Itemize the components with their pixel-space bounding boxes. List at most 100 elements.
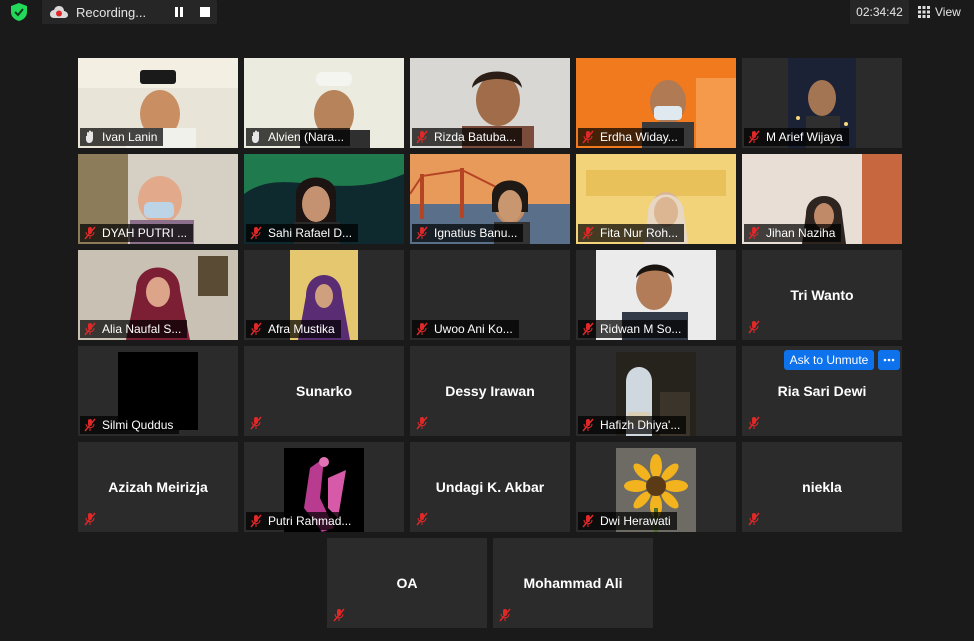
mic-muted-icon	[748, 320, 760, 334]
mic-muted-icon	[333, 608, 345, 622]
more-dots-icon	[883, 358, 895, 362]
pause-icon[interactable]	[174, 7, 184, 17]
shield-check-icon	[11, 3, 27, 21]
participant-tile[interactable]: Ivan Lanin	[78, 58, 238, 148]
participant-name: Jihan Naziha	[766, 226, 836, 240]
recording-label: Recording...	[76, 4, 147, 20]
participant-display-name: niekla	[802, 479, 842, 495]
participant-name: Alia Naufal S...	[102, 322, 182, 336]
participant-display-name: Azizah Meirizja	[108, 479, 208, 495]
participant-nameplate: Fita Nur Roh...	[578, 224, 685, 242]
meeting-timer: 02:34:42	[850, 0, 909, 24]
view-label: View	[935, 5, 961, 19]
participant-nameplate: Alia Naufal S...	[80, 320, 188, 338]
mic-muted-icon	[582, 130, 594, 144]
mic-muted-icon	[84, 512, 96, 526]
participant-tile-active-speaker[interactable]: Alvien (Nara...	[244, 58, 404, 148]
participant-nameplate: Putri Rahmad...	[246, 512, 358, 530]
participant-name: Rizda Batuba...	[434, 130, 517, 144]
participant-name: Putri Rahmad...	[268, 514, 352, 528]
participant-nameplate: DYAH PUTRI ...	[80, 224, 194, 242]
participant-display-name: Dessy Irawan	[445, 383, 535, 399]
participant-nameplate: Alvien (Nara...	[246, 128, 351, 146]
participant-nameplate: M Arief Wijaya	[744, 128, 849, 146]
mic-muted-icon	[748, 512, 760, 526]
participant-tile[interactable]: Afra Mustika	[244, 250, 404, 340]
participant-tile[interactable]: Alia Naufal S...	[78, 250, 238, 340]
mic-muted-icon	[416, 512, 428, 526]
mic-muted-icon	[582, 418, 594, 432]
mic-muted-icon	[250, 226, 262, 240]
participant-tile[interactable]: Sahi Rafael D...	[244, 154, 404, 244]
participant-nameplate: Ivan Lanin	[80, 128, 164, 146]
participant-name: Dwi Herawati	[600, 514, 671, 528]
mic-muted-icon	[84, 418, 96, 432]
mic-muted-icon	[748, 416, 760, 430]
participant-tile[interactable]: Putri Rahmad...	[244, 442, 404, 532]
participant-tile[interactable]: Undagi K. Akbar	[410, 442, 570, 532]
mic-muted-icon	[250, 514, 262, 528]
stop-icon[interactable]	[200, 7, 210, 17]
participant-tile[interactable]: DYAH PUTRI ...	[78, 154, 238, 244]
participant-display-name: OA	[396, 575, 418, 591]
participant-tile[interactable]: Erdha Widay...	[576, 58, 736, 148]
ask-to-unmute-button[interactable]: Ask to Unmute	[784, 350, 874, 370]
participant-nameplate: Ignatius Banu...	[412, 224, 524, 242]
participant-tile[interactable]: Dessy Irawan	[410, 346, 570, 436]
participant-tile[interactable]: Azizah Meirizja	[78, 442, 238, 532]
participant-name: Alvien (Nara...	[268, 130, 345, 144]
participant-tile[interactable]: niekla	[742, 442, 902, 532]
cloud-record-icon	[50, 6, 68, 18]
participant-name: Silmi Quddus	[102, 418, 174, 432]
mic-muted-icon	[250, 416, 262, 430]
mic-muted-icon	[582, 514, 594, 528]
participant-nameplate: Rizda Batuba...	[412, 128, 523, 146]
participant-name: Sahi Rafael D...	[268, 226, 353, 240]
participant-name: Fita Nur Roh...	[600, 226, 679, 240]
participant-name: M Arief Wijaya	[766, 130, 843, 144]
participant-nameplate: Afra Mustika	[246, 320, 341, 338]
participant-tile[interactable]: Fita Nur Roh...	[576, 154, 736, 244]
participant-tile[interactable]: OA	[327, 538, 487, 628]
participant-tile[interactable]: Hafizh Dhiya'...	[576, 346, 736, 436]
participant-nameplate: Jihan Naziha	[744, 224, 842, 242]
participant-display-name: Undagi K. Akbar	[435, 479, 545, 495]
mic-muted-icon	[416, 416, 428, 430]
participant-nameplate: Sahi Rafael D...	[246, 224, 359, 242]
participant-display-name: Mohammad Ali	[523, 575, 623, 591]
hand-raise-icon	[252, 130, 259, 143]
recording-indicator: Recording...	[42, 0, 217, 24]
participant-nameplate: Uwoo Ani Ko...	[412, 320, 519, 338]
mic-muted-icon	[748, 130, 760, 144]
participant-tile[interactable]: Mohammad Ali	[493, 538, 653, 628]
participant-tile[interactable]: Uwoo Ani Ko...	[410, 250, 570, 340]
hand-raise-icon	[86, 130, 93, 143]
mic-muted-icon	[416, 226, 428, 240]
participant-tile[interactable]: Jihan Naziha	[742, 154, 902, 244]
mic-muted-icon	[84, 322, 96, 336]
security-indicator[interactable]	[8, 2, 30, 22]
participant-nameplate: Hafizh Dhiya'...	[578, 416, 687, 434]
participant-tile[interactable]: Sunarko	[244, 346, 404, 436]
mic-muted-icon	[416, 130, 428, 144]
participant-tile[interactable]: Ignatius Banu...	[410, 154, 570, 244]
participant-tile[interactable]: Silmi Quddus	[78, 346, 238, 436]
participant-tile[interactable]: Tri Wanto	[742, 250, 902, 340]
mic-muted-icon	[84, 226, 96, 240]
participant-tile[interactable]: Rizda Batuba...	[410, 58, 570, 148]
participant-tile[interactable]: Ask to Unmute Ria Sari Dewi	[742, 346, 902, 436]
participant-tile[interactable]: M Arief Wijaya	[742, 58, 902, 148]
mic-muted-icon	[748, 226, 760, 240]
participant-name: Uwoo Ani Ko...	[434, 322, 513, 336]
participant-display-name: Tri Wanto	[790, 287, 854, 303]
participant-name: Ivan Lanin	[102, 130, 158, 144]
participant-nameplate: Ridwan M So...	[578, 320, 688, 338]
participant-tile[interactable]: Dwi Herawati	[576, 442, 736, 532]
participant-name: Hafizh Dhiya'...	[600, 418, 681, 432]
more-options-button[interactable]	[878, 350, 900, 370]
participant-nameplate: Dwi Herawati	[578, 512, 677, 530]
participant-tile[interactable]: Ridwan M So...	[576, 250, 736, 340]
mic-muted-icon	[582, 226, 594, 240]
view-button[interactable]: View	[918, 0, 974, 24]
mic-muted-icon	[416, 322, 428, 336]
